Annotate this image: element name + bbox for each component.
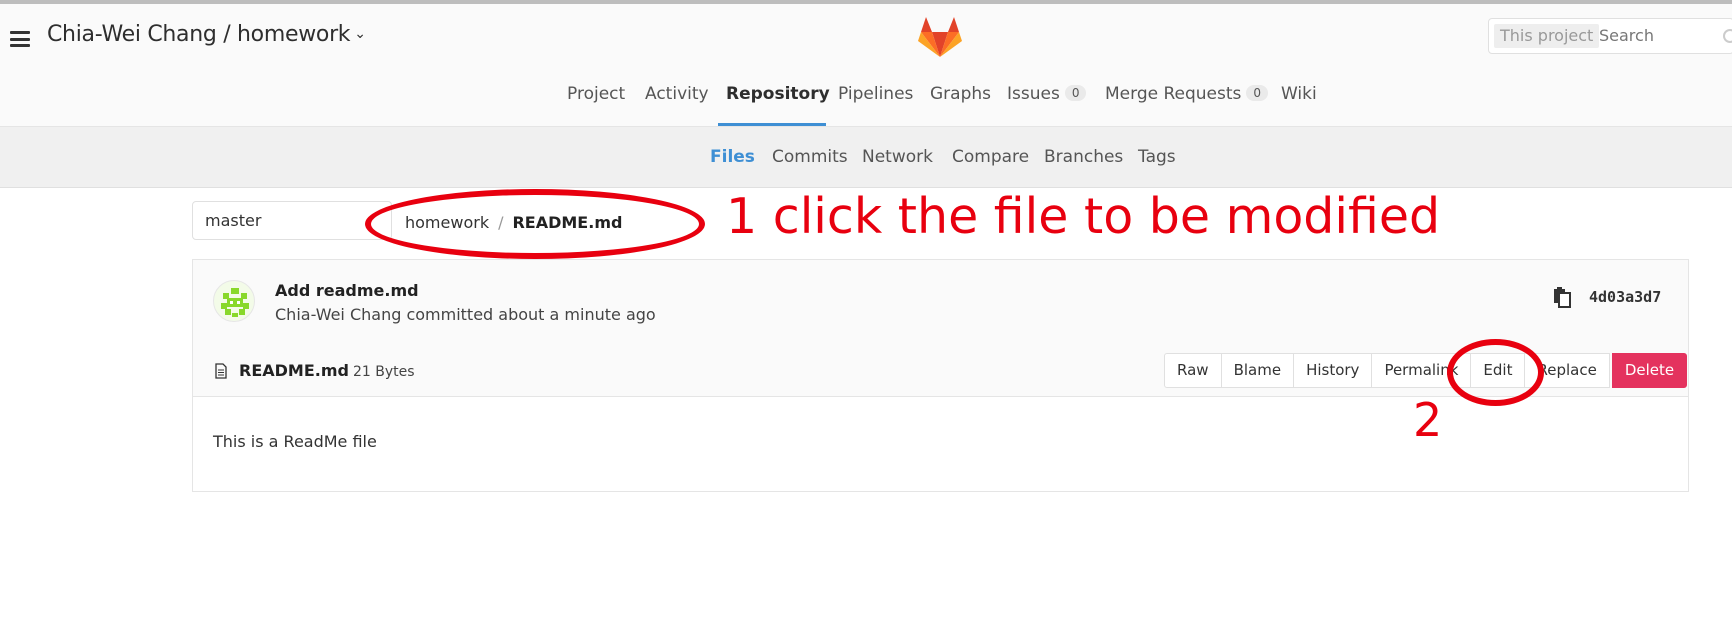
subnav-files[interactable]: Files [710, 147, 755, 167]
subnav-network[interactable]: Network [862, 147, 933, 167]
permalink-button[interactable]: Permalink [1371, 353, 1472, 388]
chevron-down-icon[interactable]: ⌄ [354, 26, 366, 42]
commit-title[interactable]: Add readme.md [275, 281, 419, 300]
breadcrumb-file[interactable]: README.md [512, 213, 622, 232]
gitlab-logo-icon[interactable] [918, 16, 962, 58]
copy-sha-icon[interactable] [1553, 286, 1573, 308]
nav-activity[interactable]: Activity [645, 84, 709, 104]
breadcrumb-project[interactable]: homework [405, 213, 489, 232]
nav-merge-requests-label[interactable]: Merge Requests [1105, 84, 1241, 104]
nav-repository[interactable]: Repository [726, 84, 830, 104]
nav-wiki[interactable]: Wiki [1281, 84, 1317, 104]
active-tab-underline [718, 123, 826, 126]
annotation-step1-text: 1 click the file to be modified [726, 188, 1441, 245]
identicon-icon [221, 288, 249, 317]
file-actions: Raw Blame History Permalink Edit Replace… [1164, 353, 1688, 388]
commit-meta: Chia-Wei Chang committed about a minute … [275, 305, 656, 324]
file-content: This is a ReadMe file [213, 432, 377, 451]
annotation-step2-text: 2 [1413, 393, 1443, 447]
merge-requests-count-badge: 0 [1246, 85, 1269, 101]
project-title[interactable]: Chia-Wei Chang / homework ⌄ [47, 22, 366, 47]
nav-project[interactable]: Project [567, 84, 625, 104]
file-text-icon [215, 363, 227, 379]
replace-button[interactable]: Replace [1524, 353, 1610, 388]
issues-count-badge: 0 [1064, 85, 1087, 101]
file-header-bar: README.md 21 Bytes Raw Blame History Perm… [193, 346, 1688, 397]
breadcrumb-separator: / [498, 213, 504, 232]
nav-issues-label[interactable]: Issues [1007, 84, 1060, 104]
main-nav: Project Activity Repository Pipelines Gr… [0, 70, 1732, 126]
subnav-tags[interactable]: Tags [1138, 147, 1176, 167]
raw-button[interactable]: Raw [1164, 353, 1222, 388]
blame-button[interactable]: Blame [1220, 353, 1295, 388]
search-box[interactable]: This project Search [1488, 18, 1732, 54]
search-scope-badge[interactable]: This project [1494, 24, 1600, 48]
commit-sha[interactable]: 4d03a3d7 [1589, 288, 1661, 306]
edit-button[interactable]: Edit [1470, 353, 1526, 388]
nav-merge-requests[interactable]: Merge Requests 0 [1105, 84, 1269, 104]
sub-nav: Files Commits Network Compare Branches T… [0, 127, 1732, 188]
nav-pipelines[interactable]: Pipelines [838, 84, 913, 104]
file-name: README.md 21 Bytes [239, 361, 415, 380]
nav-graphs[interactable]: Graphs [930, 84, 991, 104]
file-name-text: README.md [239, 361, 349, 380]
history-button[interactable]: History [1293, 353, 1373, 388]
last-commit-bar: Add readme.md Chia-Wei Chang committed a… [193, 260, 1688, 347]
breadcrumb: homework / README.md [405, 213, 622, 232]
hamburger-menu-icon[interactable] [10, 31, 30, 47]
search-icon[interactable] [1723, 29, 1732, 43]
file-panel: Add readme.md Chia-Wei Chang committed a… [192, 259, 1689, 492]
file-size: 21 Bytes [352, 364, 415, 380]
subnav-compare[interactable]: Compare [952, 147, 1029, 167]
nav-issues[interactable]: Issues 0 [1007, 84, 1087, 104]
project-title-text[interactable]: Chia-Wei Chang / homework [47, 22, 351, 47]
top-header: Chia-Wei Chang / homework ⌄ This project … [0, 4, 1732, 127]
subnav-branches[interactable]: Branches [1044, 147, 1123, 167]
branch-selector[interactable]: master [192, 201, 392, 240]
delete-button[interactable]: Delete [1611, 353, 1688, 388]
search-input[interactable]: Search [1599, 24, 1654, 48]
subnav-commits[interactable]: Commits [772, 147, 848, 167]
avatar[interactable] [213, 280, 255, 322]
